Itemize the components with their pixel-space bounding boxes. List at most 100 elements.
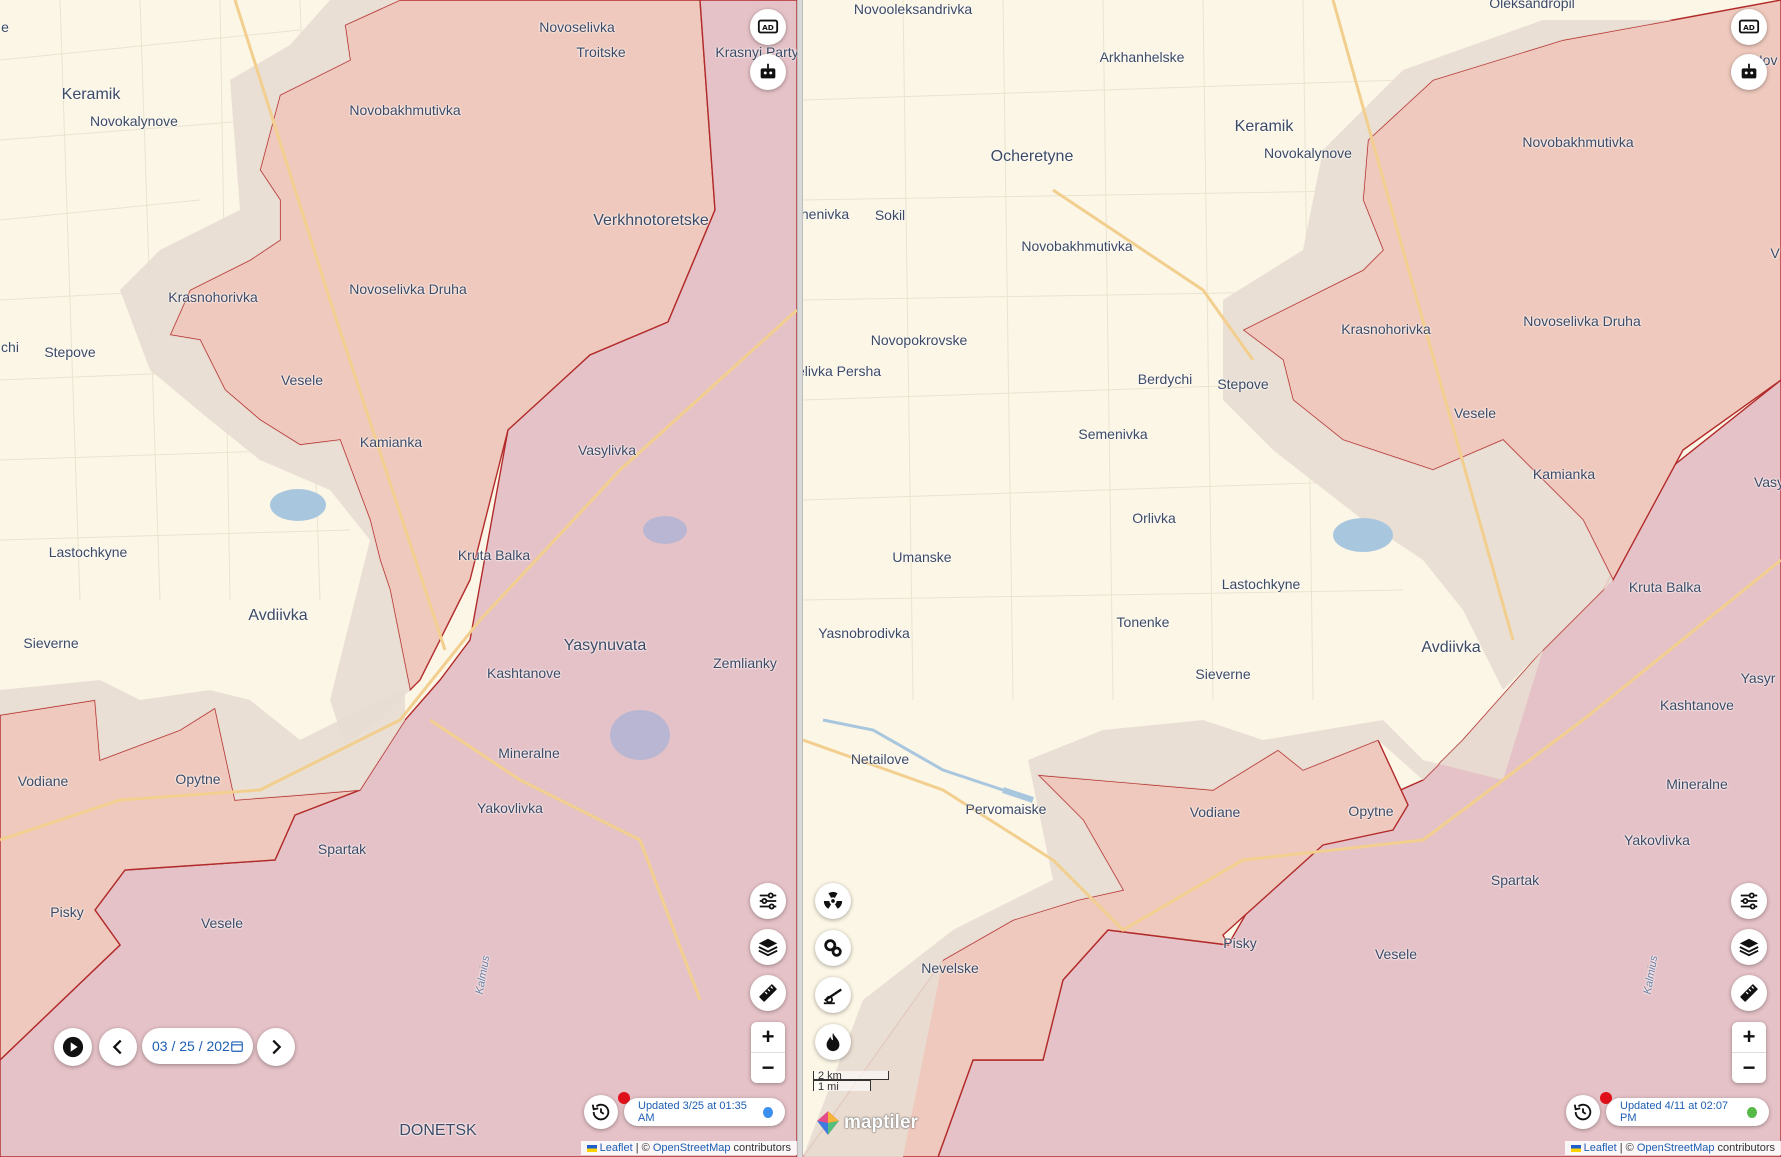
date-value: 03 / 25 / 202 xyxy=(152,1038,230,1054)
radiation-icon xyxy=(823,891,843,909)
place-label: Spartak xyxy=(317,841,367,857)
left-map-canvas[interactable] xyxy=(0,0,797,1157)
ad-toggle-button[interactable]: AD xyxy=(750,9,786,45)
artillery-layer-button[interactable] xyxy=(815,977,851,1013)
ad-toggle-button[interactable]: AD xyxy=(1731,9,1767,45)
zoom-in-button[interactable]: + xyxy=(1732,1022,1766,1052)
ruler-icon xyxy=(1740,984,1758,1002)
filter-icon xyxy=(759,892,777,910)
layers-button[interactable] xyxy=(750,929,786,965)
place-label: Lastochkyne xyxy=(48,544,128,560)
place-label: Semenivka xyxy=(1078,426,1148,442)
previous-date-button[interactable] xyxy=(99,1028,137,1066)
attribution-separator: | © xyxy=(632,1142,653,1154)
place-label: Vasy xyxy=(1753,474,1781,490)
place-label: Yasynuvata xyxy=(563,637,647,654)
robot-icon xyxy=(1741,63,1757,79)
update-status-text: Updated 4/11 at 02:07 PM xyxy=(1620,1100,1729,1124)
place-label: Sokil xyxy=(874,207,906,223)
place-label: Tonenke xyxy=(1116,614,1170,630)
scale-bar: 2 km 1 mi xyxy=(813,1071,889,1093)
filter-button[interactable] xyxy=(1731,883,1767,919)
place-label: Vodiane xyxy=(1189,804,1241,820)
place-label: Vesele xyxy=(1374,946,1418,962)
zoom-out-button[interactable]: − xyxy=(1732,1052,1766,1083)
svg-text:AD: AD xyxy=(1743,23,1755,32)
place-label: Novokalynove xyxy=(90,113,178,129)
ukraine-flag-icon xyxy=(1570,1144,1581,1152)
ad-icon: AD xyxy=(1738,19,1760,34)
units-layer-button[interactable] xyxy=(815,930,851,966)
zoom-out-button[interactable]: − xyxy=(751,1052,785,1083)
measure-button[interactable] xyxy=(1731,975,1767,1011)
zoom-control[interactable]: + − xyxy=(1732,1022,1766,1083)
maptiler-logo[interactable]: maptiler xyxy=(815,1110,918,1136)
status-dot xyxy=(763,1106,773,1118)
reservoir xyxy=(610,710,670,760)
place-label: Novobakhmutivka xyxy=(349,102,461,118)
nuclear-layer-button[interactable] xyxy=(815,883,851,919)
zoom-in-button[interactable]: + xyxy=(751,1022,785,1052)
bot-button[interactable] xyxy=(750,54,786,90)
place-label: Vesele xyxy=(280,372,324,388)
attribution-separator: | © xyxy=(1616,1142,1637,1154)
attribution: Leaflet | © OpenStreetMap contributors xyxy=(580,1141,797,1155)
place-label: henivka xyxy=(803,206,850,222)
bot-button[interactable] xyxy=(1731,54,1767,90)
place-label: Vesele xyxy=(200,915,244,931)
right-map-pane[interactable]: Novooleksandrivka Oleksandropil Arkhanhe… xyxy=(803,0,1781,1157)
layers-button[interactable] xyxy=(1731,929,1767,965)
date-input[interactable]: 03 / 25 / 202 xyxy=(142,1028,253,1064)
place-label: Novoselivka Druha xyxy=(1523,313,1641,329)
play-icon xyxy=(62,1036,84,1058)
lake xyxy=(270,489,326,521)
play-button[interactable] xyxy=(54,1028,92,1066)
place-label: Novopokrovske xyxy=(870,332,968,348)
place-label: chi xyxy=(1,339,19,355)
scale-km: 2 km xyxy=(813,1071,889,1082)
calendar-icon[interactable] xyxy=(230,1039,244,1053)
place-label: Nevelske xyxy=(921,960,979,976)
leaflet-link[interactable]: Leaflet xyxy=(600,1142,633,1154)
place-label: Sieverne xyxy=(23,635,79,651)
place-label: Pisky xyxy=(1223,935,1257,951)
place-label: V xyxy=(1770,245,1780,261)
osm-link[interactable]: OpenStreetMap xyxy=(653,1142,731,1154)
history-button[interactable] xyxy=(1566,1095,1600,1129)
place-label: Troitske xyxy=(576,44,626,60)
leaflet-link[interactable]: Leaflet xyxy=(1584,1142,1617,1154)
zoom-control[interactable]: + − xyxy=(751,1022,785,1083)
place-label: Avdiivka xyxy=(248,607,308,624)
place-label: Umanske xyxy=(892,549,952,565)
place-label: Kruta Balka xyxy=(1628,579,1702,595)
ukraine-flag-icon xyxy=(586,1144,597,1152)
update-status-text: Updated 3/25 at 01:35 AM xyxy=(638,1100,747,1124)
maptiler-pin-icon xyxy=(817,1111,839,1135)
scale-mi: 1 mi xyxy=(813,1080,871,1093)
filter-button[interactable] xyxy=(750,883,786,919)
place-label: Novooleksandrivka xyxy=(853,1,973,17)
history-button[interactable] xyxy=(584,1095,618,1129)
place-label: Vesele xyxy=(1453,405,1497,421)
update-status[interactable]: Updated 4/11 at 02:07 PM xyxy=(1606,1098,1769,1126)
measure-button[interactable] xyxy=(750,975,786,1011)
gears-icon xyxy=(824,939,842,957)
attribution-suffix: contributors xyxy=(730,1142,791,1154)
place-label: Yasnobrodivka xyxy=(818,625,910,641)
update-status[interactable]: Updated 3/25 at 01:35 AM xyxy=(624,1098,785,1126)
place-label: Spartak xyxy=(1490,872,1540,888)
place-label: Novokalynove xyxy=(1264,145,1352,161)
fire-icon xyxy=(826,1032,840,1052)
place-label: Sieverne xyxy=(1195,666,1251,682)
left-map-pane[interactable]: Keramik Novokalynove Novoselivka Troitsk… xyxy=(0,0,797,1157)
svg-text:AD: AD xyxy=(762,23,774,32)
next-date-button[interactable] xyxy=(257,1028,295,1066)
place-label: Krasnohorivka xyxy=(1341,321,1431,337)
place-label: Kamianka xyxy=(1532,466,1596,482)
lake-2 xyxy=(643,516,687,544)
place-label: Keramik xyxy=(1234,118,1294,135)
place-label: elivka Persha xyxy=(803,363,882,379)
osm-link[interactable]: OpenStreetMap xyxy=(1637,1142,1715,1154)
place-label: Novoselivka Druha xyxy=(349,281,467,297)
fire-layer-button[interactable] xyxy=(815,1024,851,1060)
